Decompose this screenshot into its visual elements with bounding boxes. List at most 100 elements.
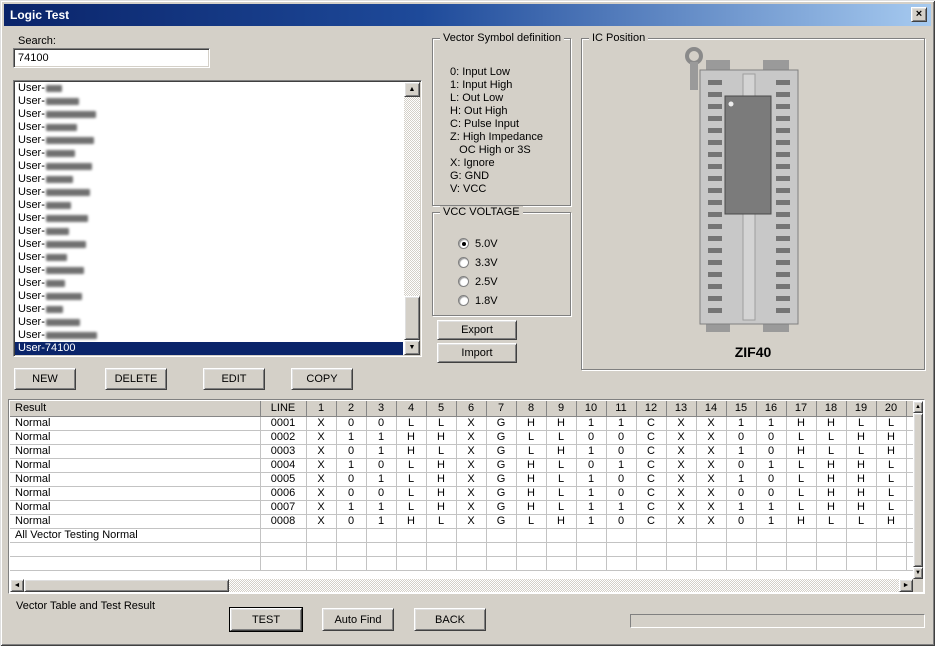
radio-option[interactable]: 5.0V [458, 237, 498, 250]
redacted-text [46, 215, 88, 222]
scroll-up-button[interactable]: ▲ [404, 82, 420, 97]
line-cell: 0003 [260, 444, 306, 458]
vector-cell: X [666, 430, 696, 444]
radio-option[interactable]: 3.3V [458, 256, 498, 269]
table-scroll-down-button[interactable]: ▼ [913, 567, 923, 579]
vector-cell: 1 [576, 500, 606, 514]
radio-button[interactable] [458, 276, 469, 287]
result-cell: Normal [10, 458, 260, 472]
vector-cell: 1 [906, 486, 913, 500]
progress-bar [630, 614, 925, 628]
vector-cell: H [816, 486, 846, 500]
vector-cell: L [786, 500, 816, 514]
table-vscroll-thumb[interactable] [913, 413, 923, 567]
list-item[interactable]: User- [15, 277, 403, 290]
vector-cell: X [456, 416, 486, 430]
vector-cell: 1 [576, 472, 606, 486]
vector-cell: X [456, 486, 486, 500]
vector-cell [906, 542, 913, 556]
vector-cell: X [666, 472, 696, 486]
vector-cell [636, 528, 666, 542]
list-item[interactable]: User- [15, 199, 403, 212]
vector-cell: L [516, 430, 546, 444]
vector-cell: L [846, 444, 876, 458]
table-hscroll-thumb[interactable] [24, 579, 229, 592]
vector-cell: H [816, 458, 846, 472]
vector-cell: H [426, 472, 456, 486]
list-item[interactable]: User- [15, 225, 403, 238]
scroll-thumb[interactable] [404, 296, 420, 340]
list-item[interactable]: User- [15, 173, 403, 186]
list-item[interactable]: User- [15, 303, 403, 316]
list-item[interactable]: User- [15, 264, 403, 277]
delete-button[interactable]: DELETE [105, 368, 167, 390]
list-item-label: User- [18, 186, 45, 199]
vector-cell: H [546, 444, 576, 458]
list-item[interactable]: User- [15, 95, 403, 108]
radio-button[interactable] [458, 257, 469, 268]
radio-button[interactable] [458, 295, 469, 306]
vector-cell: H [846, 486, 876, 500]
pin-header: 5 [426, 401, 456, 416]
radio-label: 3.3V [475, 257, 498, 269]
list-item[interactable]: User- [15, 212, 403, 225]
list-item[interactable]: User- [15, 329, 403, 342]
list-item[interactable]: User- [15, 147, 403, 160]
table-scroll-up-button[interactable]: ▲ [913, 401, 923, 413]
list-item[interactable]: User- [15, 186, 403, 199]
pin-header: 19 [846, 401, 876, 416]
new-button[interactable]: NEW [14, 368, 76, 390]
list-item[interactable]: User- [15, 290, 403, 303]
close-button[interactable]: × [911, 7, 927, 22]
up-arrow-icon: ▲ [915, 404, 921, 410]
import-button[interactable]: Import [437, 343, 517, 363]
export-button[interactable]: Export [437, 320, 517, 340]
vector-symbol-lines: 0: Input Low1: Input HighL: Out LowH: Ou… [450, 66, 543, 196]
autofind-button[interactable]: Auto Find [322, 608, 394, 631]
vector-cell: X [696, 500, 726, 514]
scroll-down-button[interactable]: ▼ [404, 340, 420, 355]
user-listbox[interactable]: User-User-User-User-User-User-User-User-… [13, 80, 422, 357]
list-item[interactable]: User- [15, 134, 403, 147]
list-item[interactable]: User- [15, 238, 403, 251]
vector-cell: L [876, 486, 906, 500]
vector-cell: 1 [336, 500, 366, 514]
list-scrollbar[interactable]: ▲ ▼ [404, 82, 420, 355]
vector-cell: 1 [906, 514, 913, 528]
vector-cell [786, 528, 816, 542]
test-button[interactable]: TEST [230, 608, 302, 631]
copy-button[interactable]: COPY [291, 368, 353, 390]
line-cell: 0008 [260, 514, 306, 528]
vector-cell: L [786, 486, 816, 500]
list-item[interactable]: User- [15, 251, 403, 264]
vector-cell [786, 542, 816, 556]
table-scroll-right-button[interactable]: ► [899, 579, 913, 592]
vector-cell: L [816, 430, 846, 444]
edit-button[interactable]: EDIT [203, 368, 265, 390]
vector-symbol-title: Vector Symbol definition [440, 32, 564, 44]
radio-option[interactable]: 2.5V [458, 275, 498, 288]
close-icon: × [916, 9, 922, 20]
vector-cell: 0 [576, 458, 606, 472]
list-item-label: User- [18, 264, 45, 277]
vector-cell: 1 [336, 430, 366, 444]
list-item-selected[interactable]: User-74100 [15, 342, 403, 355]
vector-cell: X [456, 458, 486, 472]
search-input[interactable] [13, 48, 210, 68]
back-button[interactable]: BACK [414, 608, 486, 631]
list-item[interactable]: User- [15, 108, 403, 121]
redacted-text [46, 332, 97, 339]
table-scroll-left-button[interactable]: ◄ [10, 579, 24, 592]
table-vscrollbar[interactable]: ▲ ▼ [913, 401, 923, 579]
table-hscrollbar[interactable]: ◄ ► [10, 579, 913, 592]
vector-cell: X [696, 486, 726, 500]
radio-button[interactable] [458, 238, 469, 249]
vector-cell [486, 542, 516, 556]
list-item[interactable]: User- [15, 82, 403, 95]
list-item[interactable]: User- [15, 160, 403, 173]
list-item[interactable]: User- [15, 121, 403, 134]
redacted-text [46, 254, 67, 261]
list-item[interactable]: User- [15, 316, 403, 329]
radio-option[interactable]: 1.8V [458, 294, 498, 307]
vector-cell [336, 542, 366, 556]
